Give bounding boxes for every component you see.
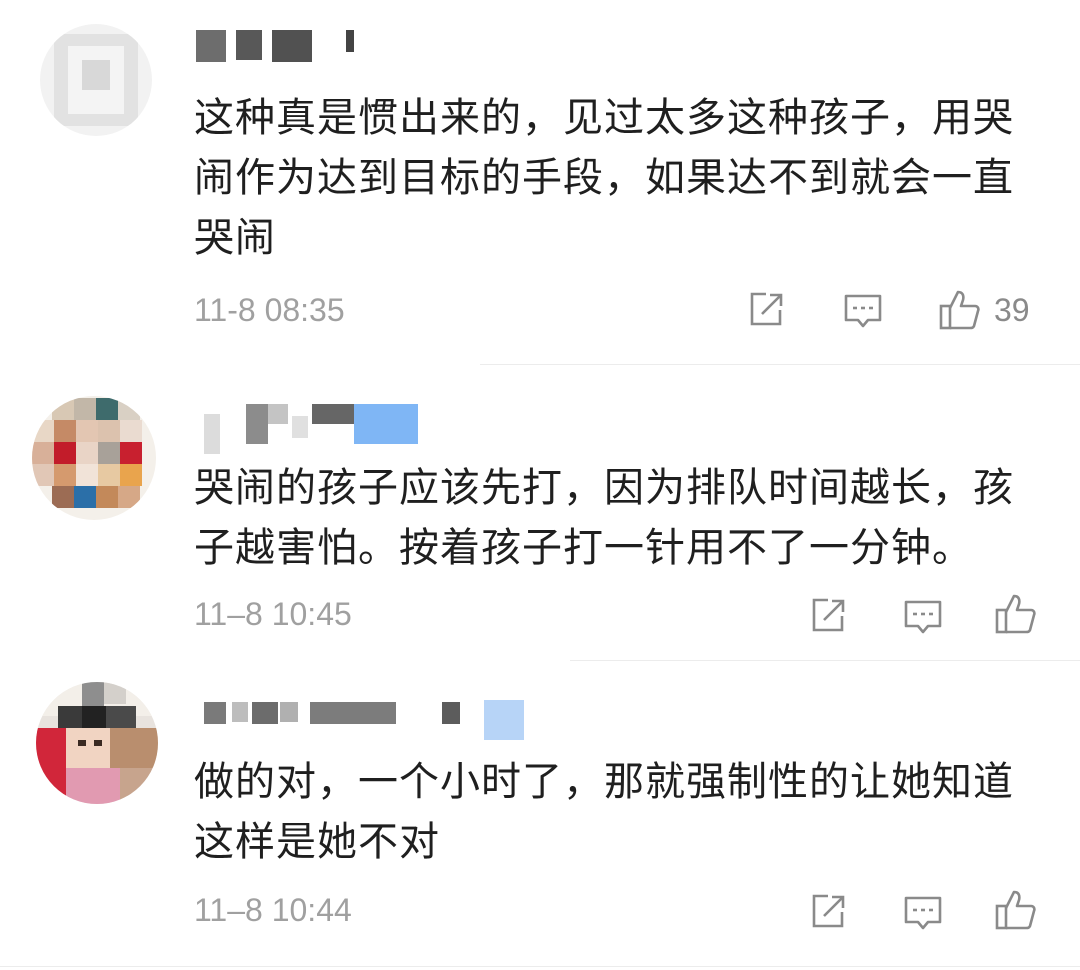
thumbs-up-icon <box>995 594 1036 634</box>
like-button[interactable]: 39 <box>938 288 1030 332</box>
divider <box>570 660 1080 661</box>
avatar[interactable] <box>36 682 158 804</box>
divider <box>480 364 1080 365</box>
comment-text: 哭闹的孩子应该先打，因为排队时间越长，孩子越害怕。按着孩子打一针用不了一分钟。 <box>194 465 1014 571</box>
comment-timestamp: 11–8 10:44 <box>194 892 352 928</box>
reply-icon <box>844 294 882 328</box>
comment-timestamp: 11-8 08:35 <box>194 292 345 328</box>
comment-item: 哭闹的孩子应该先打，因为排队时间越长，孩子越害怕。按着孩子打一针用不了一分钟。 … <box>0 370 1080 660</box>
comment-text: 做的对，一个小时了，那就强制性的让她知道这样是她不对 <box>194 759 1014 865</box>
reply-icon <box>904 600 942 634</box>
avatar[interactable] <box>32 396 156 520</box>
comment-text: 这种真是惯出来的，见过太多这种孩子，用哭闹作为达到目标的手段，如果达不到就会一直… <box>194 95 1014 261</box>
reply-icon <box>904 896 942 930</box>
reply-button[interactable] <box>842 292 884 332</box>
like-count: 39 <box>994 291 1030 328</box>
like-button[interactable] <box>994 592 1050 636</box>
reply-button[interactable] <box>902 894 944 934</box>
share-button[interactable] <box>808 892 848 932</box>
divider <box>0 966 1080 967</box>
comment-timestamp: 11–8 10:45 <box>194 596 352 632</box>
share-button[interactable] <box>746 290 786 330</box>
thumbs-up-icon <box>995 890 1036 930</box>
share-icon <box>750 292 783 326</box>
reply-button[interactable] <box>902 598 944 638</box>
thumbs-up-icon <box>939 290 980 330</box>
username-blurred[interactable] <box>196 30 366 64</box>
share-icon <box>812 598 845 632</box>
avatar[interactable] <box>40 24 152 136</box>
share-icon <box>812 894 845 928</box>
like-button[interactable] <box>994 888 1050 932</box>
username-blurred[interactable] <box>196 402 426 454</box>
comment-item: 这种真是惯出来的，见过太多这种孩子，用哭闹作为达到目标的手段，如果达不到就会一直… <box>0 0 1080 360</box>
share-button[interactable] <box>808 596 848 636</box>
comment-item: 做的对，一个小时了，那就强制性的让她知道这样是她不对 11–8 10:44 <box>0 666 1080 966</box>
username-blurred[interactable] <box>196 700 536 740</box>
